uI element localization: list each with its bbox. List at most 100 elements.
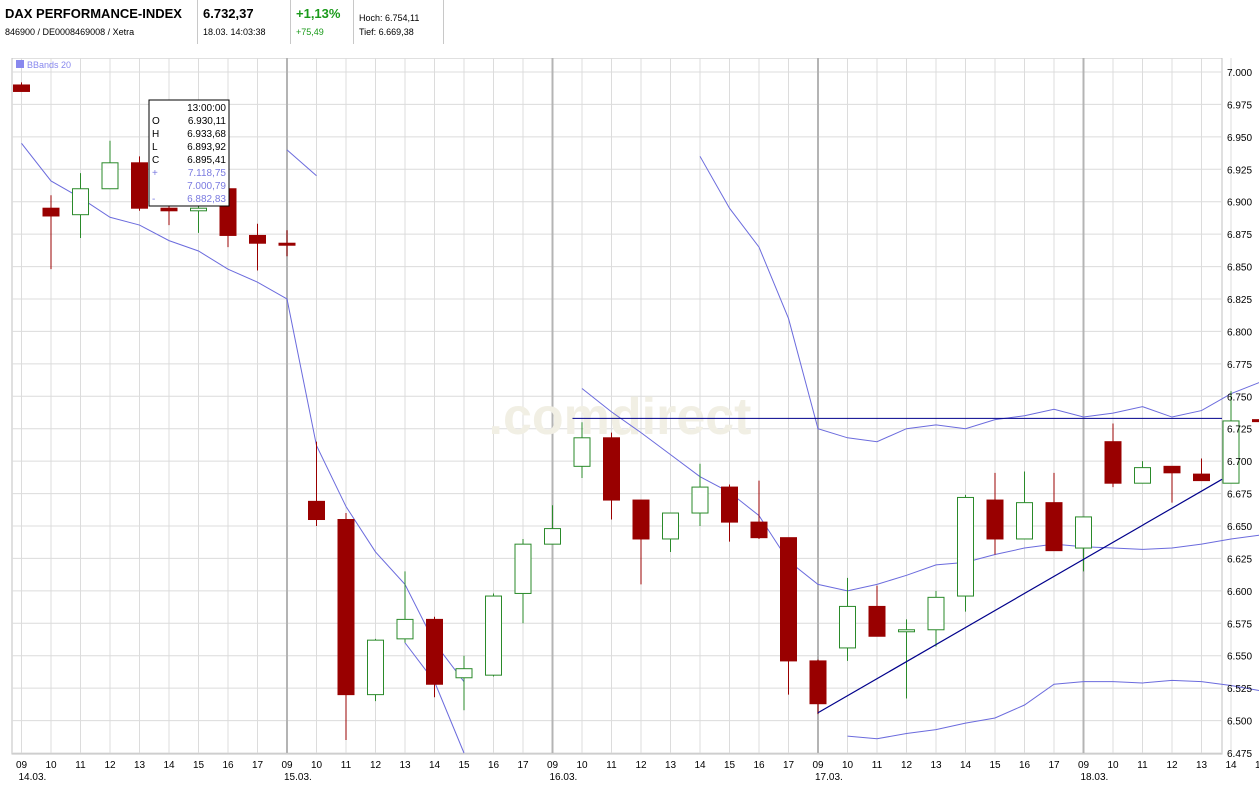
x-tick-label: 13 [1196, 760, 1208, 771]
candle-body [868, 605, 886, 637]
y-tick-label: 6.750 [1227, 392, 1252, 403]
x-tick-label: 12 [1166, 760, 1178, 771]
x-tick-label: 15 [193, 760, 205, 771]
candle-body [396, 618, 414, 640]
candle-body [986, 499, 1004, 540]
x-tick-label: 10 [311, 760, 323, 771]
candle-body [839, 605, 856, 649]
change-absolute: +75,49 [296, 27, 324, 37]
x-tick-label: 10 [45, 760, 57, 771]
x-tick-label: 10 [1107, 760, 1119, 771]
x-tick-label: 17 [252, 760, 264, 771]
price-cell: 6.732,37 18.03. 14:03:38 [198, 0, 291, 44]
x-tick-label: 16 [1019, 760, 1031, 771]
x-tick-label: 13 [134, 760, 146, 771]
x-tick-label: 10 [842, 760, 854, 771]
y-tick-label: 6.975 [1227, 100, 1252, 111]
x-tick-label: 14 [429, 760, 441, 771]
day-label: 16.03. [550, 772, 578, 783]
candle-body [101, 162, 119, 190]
candle [1252, 419, 1259, 423]
candlestick-chart[interactable]: .comdirect BBands 20 6.4756.5006.5256.55… [0, 44, 1259, 787]
y-tick-label: 6.900 [1227, 198, 1252, 209]
legend-label: BBands 20 [27, 60, 71, 70]
y-tick-label: 6.650 [1227, 522, 1252, 533]
candle-body [691, 486, 709, 514]
tooltip-value: 6.933,68 [187, 129, 226, 140]
last-price: 6.732,37 [203, 6, 254, 21]
candle-body [927, 596, 945, 631]
x-tick-label: 14 [163, 760, 175, 771]
x-tick-label: 13 [399, 760, 411, 771]
y-tick-label: 6.850 [1227, 263, 1252, 274]
x-tick-label: 13 [665, 760, 677, 771]
y-tick-label: 6.525 [1227, 684, 1252, 695]
y-tick-label: 6.600 [1227, 587, 1252, 598]
x-tick-label: 12 [370, 760, 382, 771]
candle [131, 156, 148, 211]
candle-body [544, 528, 561, 545]
day-low: Tief: 6.669,38 [359, 27, 414, 37]
y-tick-label: 6.800 [1227, 327, 1252, 338]
y-tick-label: 6.575 [1227, 619, 1252, 630]
tooltip-value: 6.930,11 [188, 116, 227, 127]
x-tick-label: 09 [281, 760, 293, 771]
tooltip-key: C [152, 155, 159, 166]
x-tick-label: 15 [1255, 760, 1259, 771]
candle-body [1075, 516, 1092, 549]
candle [1222, 391, 1240, 484]
y-tick-label: 6.950 [1227, 133, 1252, 144]
candle-body [455, 668, 473, 679]
day-label: 15.03. [284, 772, 312, 783]
candle-body [485, 595, 502, 676]
candle [957, 494, 974, 612]
y-tick-label: 6.825 [1227, 295, 1252, 306]
x-tick-label: 16 [488, 760, 500, 771]
tooltip-value: 6.895,41 [187, 155, 226, 166]
day-label: 17.03. [815, 772, 843, 783]
price-datetime: 18.03. 14:03:38 [203, 27, 266, 37]
tooltip-time: 13:00:00 [187, 103, 226, 114]
ohlc-tooltip: 13:00:00 O 6.930,11 H 6.933,68 L 6.893,92 C 6.89… [148, 99, 230, 207]
candle-body [278, 242, 296, 246]
x-tick-label: 11 [606, 760, 617, 771]
tooltip-value: 6.882,83 [187, 194, 226, 205]
top-margin [0, 44, 1259, 58]
x-tick-label: 11 [872, 760, 883, 771]
x-tick-label: 15 [724, 760, 736, 771]
candle-body [662, 512, 679, 540]
x-tick-label: 17 [1048, 760, 1060, 771]
tooltip-key: - [152, 194, 155, 205]
x-tick-label: 12 [104, 760, 116, 771]
candle-body [721, 486, 738, 523]
tooltip-key: L [152, 142, 158, 153]
change-percent: +1,13% [296, 6, 341, 21]
candle-body [632, 499, 650, 540]
x-tick-label: 15 [989, 760, 1001, 771]
x-tick-label: 09 [812, 760, 824, 771]
tooltip-key: H [152, 129, 159, 140]
range-cell: Hoch: 6.754,11 Tief: 6.669,38 [354, 0, 444, 44]
x-tick-label: 17 [517, 760, 529, 771]
candle-body [750, 521, 768, 539]
day-label: 18.03. [1081, 772, 1109, 783]
y-tick-label: 6.725 [1227, 425, 1252, 436]
candle-body [957, 496, 974, 597]
instrument-title: DAX PERFORMANCE-INDEX [5, 6, 182, 21]
x-tick-label: 15 [458, 760, 470, 771]
tooltip-key: + [152, 168, 158, 179]
x-tick-label: 09 [547, 760, 559, 771]
candle-body [42, 207, 60, 217]
candle-body [308, 500, 325, 521]
candle-body [573, 437, 591, 467]
tooltip-value: 7.118,75 [188, 168, 227, 179]
y-tick-label: 6.700 [1227, 457, 1252, 468]
tooltip-value: 6.893,92 [187, 142, 226, 153]
y-tick-label: 6.925 [1227, 165, 1252, 176]
candle-body [1134, 467, 1151, 484]
candle-body [1104, 441, 1122, 484]
tooltip-value: 7.000,79 [187, 181, 226, 192]
candle-body [131, 162, 148, 209]
y-tick-label: 6.675 [1227, 490, 1252, 501]
candle-body [1016, 502, 1033, 540]
